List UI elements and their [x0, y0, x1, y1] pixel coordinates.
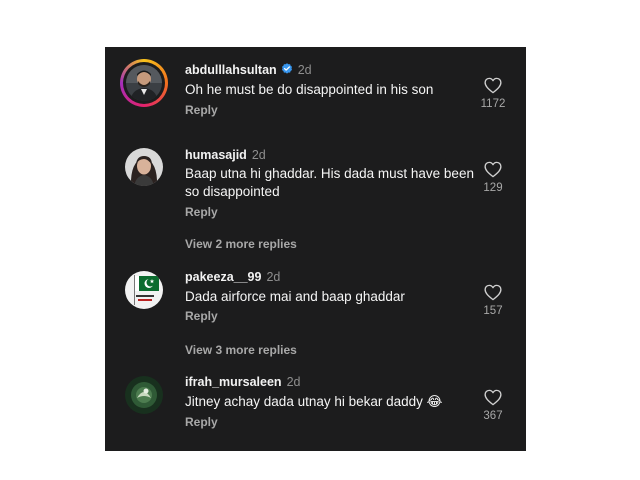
- portrait-man-icon: [126, 65, 162, 101]
- next-comment-cutoff: [185, 445, 345, 451]
- like-control: 367: [475, 389, 511, 422]
- comments-panel: abdulllahsultan 2d Oh he must be do disap…: [105, 47, 526, 451]
- comment-username[interactable]: abdulllahsultan: [185, 63, 277, 77]
- avatar[interactable]: [125, 271, 163, 309]
- comment-username[interactable]: ifrah_mursaleen: [185, 375, 282, 389]
- avatar[interactable]: [125, 376, 163, 414]
- comment-time: 2d: [297, 63, 312, 77]
- like-count: 157: [483, 305, 503, 317]
- like-count: 367: [483, 410, 503, 422]
- like-control: 129: [475, 161, 511, 194]
- comment-text: Dada airforce mai and baap ghaddar: [185, 289, 405, 304]
- heart-icon[interactable]: [484, 161, 502, 178]
- comment-text: Jitney achay dada utnay hi bekar daddy 😂: [185, 394, 443, 409]
- reply-button[interactable]: Reply: [185, 309, 218, 323]
- comment-username[interactable]: pakeeza__99: [185, 270, 261, 284]
- heart-icon[interactable]: [484, 77, 502, 94]
- view-more-replies-button[interactable]: View 3 more replies: [185, 343, 297, 357]
- comment-time: 2d: [286, 375, 301, 389]
- pakistan-flag-icon: [125, 271, 163, 309]
- comment-username[interactable]: humasajid: [185, 148, 247, 162]
- avatar[interactable]: [125, 148, 163, 186]
- reply-button[interactable]: Reply: [185, 103, 218, 117]
- avatar-story-ring[interactable]: [120, 59, 168, 107]
- heart-icon[interactable]: [484, 284, 502, 301]
- reply-button[interactable]: Reply: [185, 205, 218, 219]
- like-control: 1172: [475, 77, 511, 110]
- comment-text: Baap utna hi ghaddar. His dada must have…: [185, 166, 474, 199]
- comment-text: Oh he must be do disappointed in his son: [185, 82, 434, 97]
- comment-time: 2d: [266, 270, 281, 284]
- verified-badge-icon: [281, 63, 292, 74]
- like-control: 157: [475, 284, 511, 317]
- like-count: 1172: [480, 98, 506, 110]
- view-more-replies-button[interactable]: View 2 more replies: [185, 237, 297, 251]
- heart-icon[interactable]: [484, 389, 502, 406]
- comment-time: 2d: [251, 148, 266, 162]
- green-emblem-icon: [125, 376, 163, 414]
- like-count: 129: [483, 182, 503, 194]
- reply-button[interactable]: Reply: [185, 415, 218, 429]
- portrait-woman-icon: [125, 148, 163, 186]
